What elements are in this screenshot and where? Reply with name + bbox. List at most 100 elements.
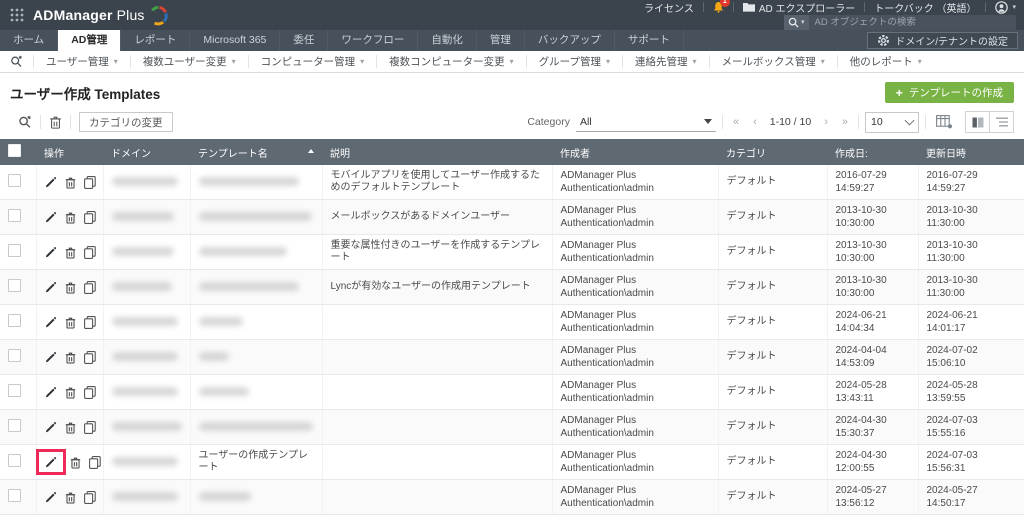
col-header-actions[interactable]: 操作 <box>36 139 103 165</box>
copy-button[interactable] <box>84 211 96 224</box>
edit-button[interactable] <box>45 316 57 328</box>
admanager-plus-logo[interactable]: ADManagerPlus <box>33 4 169 26</box>
logo-text: ADManagerPlus <box>33 7 145 23</box>
category-filter-select[interactable]: All <box>576 113 716 132</box>
col-header-category[interactable]: カテゴリ <box>718 139 827 165</box>
select-all-checkbox[interactable] <box>8 144 21 157</box>
page-size-select[interactable]: 10 <box>865 112 919 133</box>
edit-button[interactable] <box>45 421 57 433</box>
tab-delegation[interactable]: 委任 <box>280 30 328 51</box>
subnav-item-label: 複数コンピューター変更 <box>389 54 505 69</box>
copy-button[interactable] <box>84 246 96 259</box>
tree-view-button[interactable] <box>989 112 1013 132</box>
tab-ad-management[interactable]: AD管理 <box>58 30 121 51</box>
col-header-domain[interactable]: ドメイン <box>103 139 190 165</box>
edit-button[interactable] <box>36 449 66 475</box>
delete-button[interactable] <box>65 421 76 434</box>
copy-button[interactable] <box>84 491 96 504</box>
tab-backup[interactable]: バックアップ <box>525 30 615 51</box>
pagination-last-button[interactable]: » <box>838 116 852 128</box>
col-header-template-name[interactable]: テンプレート名 <box>190 139 322 165</box>
edit-button[interactable] <box>45 211 57 223</box>
edit-button[interactable] <box>45 386 57 398</box>
delete-button[interactable] <box>65 176 76 189</box>
updated-at: 2024-06-21 14:01:17 <box>918 305 1024 340</box>
row-checkbox[interactable] <box>8 489 21 502</box>
template-name: ユーザーの作成テンプレート <box>199 450 309 473</box>
row-checkbox[interactable] <box>8 349 21 362</box>
row-checkbox[interactable] <box>8 279 21 292</box>
card-view-button[interactable] <box>966 112 989 132</box>
table-row: ADManager Plus Authentication\admin デフォル… <box>0 340 1024 375</box>
row-checkbox[interactable] <box>8 384 21 397</box>
subnav-item-multi-computer-modification[interactable]: 複数コンピューター変更▾ <box>376 55 526 68</box>
divider <box>70 115 71 129</box>
delete-button[interactable] <box>65 211 76 224</box>
subnav-search-button[interactable] <box>0 55 33 68</box>
tab-admin[interactable]: 管理 <box>477 30 525 51</box>
pagination-first-button[interactable]: « <box>729 116 743 128</box>
col-header-updated[interactable]: 更新日時 <box>918 139 1024 165</box>
notifications-button[interactable]: 1 <box>713 1 724 13</box>
updated-at: 2024-07-02 15:06:10 <box>918 340 1024 375</box>
tab-microsoft-365[interactable]: Microsoft 365 <box>190 30 280 51</box>
row-checkbox[interactable] <box>8 174 21 187</box>
delete-button[interactable] <box>70 456 81 469</box>
tab-support[interactable]: サポート <box>615 30 684 51</box>
col-header-description[interactable]: 説明 <box>322 139 552 165</box>
edit-button[interactable] <box>45 281 57 293</box>
tab-home[interactable]: ホーム <box>0 30 58 51</box>
delete-button[interactable] <box>65 491 76 504</box>
subnav-item-computer-management[interactable]: コンピューター管理▾ <box>248 55 377 68</box>
pagination-prev-button[interactable]: ‹ <box>749 116 761 128</box>
subnav-item-user-management[interactable]: ユーザー管理▾ <box>33 55 130 68</box>
license-link[interactable]: ライセンス <box>644 0 694 15</box>
copy-button[interactable] <box>84 281 96 294</box>
ad-object-search-input[interactable] <box>809 15 1016 30</box>
pagination-next-button[interactable]: › <box>820 116 832 128</box>
edit-button[interactable] <box>45 176 57 188</box>
delete-button[interactable] <box>65 316 76 329</box>
user-menu-button[interactable]: ▾ <box>995 1 1016 14</box>
row-checkbox[interactable] <box>8 454 21 467</box>
tab-workflow[interactable]: ワークフロー <box>328 30 418 51</box>
copy-button[interactable] <box>84 421 96 434</box>
domain-tenant-settings-button[interactable]: ドメイン/テナントの設定 <box>867 32 1018 49</box>
delete-button[interactable] <box>65 386 76 399</box>
ad-explorer-link[interactable]: AD エクスプローラー <box>743 0 855 15</box>
subnav-item-group-management[interactable]: グループ管理▾ <box>526 55 622 68</box>
subnav-item-multi-user-modification[interactable]: 複数ユーザー変更▾ <box>130 55 248 68</box>
delete-button[interactable] <box>65 351 76 364</box>
updated-time: 13:59:55 <box>927 392 1017 405</box>
talkback-link[interactable]: トークバック （英語） <box>874 0 976 15</box>
copy-button[interactable] <box>84 351 96 364</box>
delete-selected-button[interactable] <box>41 115 70 129</box>
col-header-creator[interactable]: 作成者 <box>552 139 718 165</box>
create-template-button[interactable]: + テンプレートの作成 <box>885 82 1014 103</box>
app-grid-icon[interactable] <box>10 8 24 22</box>
advanced-search-button[interactable] <box>10 115 40 129</box>
copy-button[interactable] <box>84 386 96 399</box>
tab-automation[interactable]: 自動化 <box>418 30 477 51</box>
col-header-created[interactable]: 作成日: <box>827 139 918 165</box>
row-checkbox[interactable] <box>8 244 21 257</box>
subnav-item-other-reports[interactable]: 他のレポート▾ <box>837 55 934 68</box>
delete-button[interactable] <box>65 281 76 294</box>
tab-bar: ホームAD管理レポートMicrosoft 365委任ワークフロー自動化管理バック… <box>0 30 1024 51</box>
change-category-button[interactable]: カテゴリの変更 <box>79 112 173 132</box>
search-scope-button[interactable]: ▾ <box>784 15 809 30</box>
edit-button[interactable] <box>45 351 57 363</box>
row-checkbox[interactable] <box>8 209 21 222</box>
row-checkbox[interactable] <box>8 419 21 432</box>
copy-button[interactable] <box>89 456 101 469</box>
subnav-item-contact-management[interactable]: 連絡先管理▾ <box>622 55 709 68</box>
copy-button[interactable] <box>84 316 96 329</box>
tab-reports[interactable]: レポート <box>121 30 190 51</box>
edit-button[interactable] <box>45 491 57 503</box>
edit-button[interactable] <box>45 246 57 258</box>
subnav-item-mailbox-management[interactable]: メールボックス管理▾ <box>709 55 837 68</box>
column-chooser-button[interactable] <box>932 115 957 129</box>
copy-button[interactable] <box>84 176 96 189</box>
delete-button[interactable] <box>65 246 76 259</box>
row-checkbox[interactable] <box>8 314 21 327</box>
